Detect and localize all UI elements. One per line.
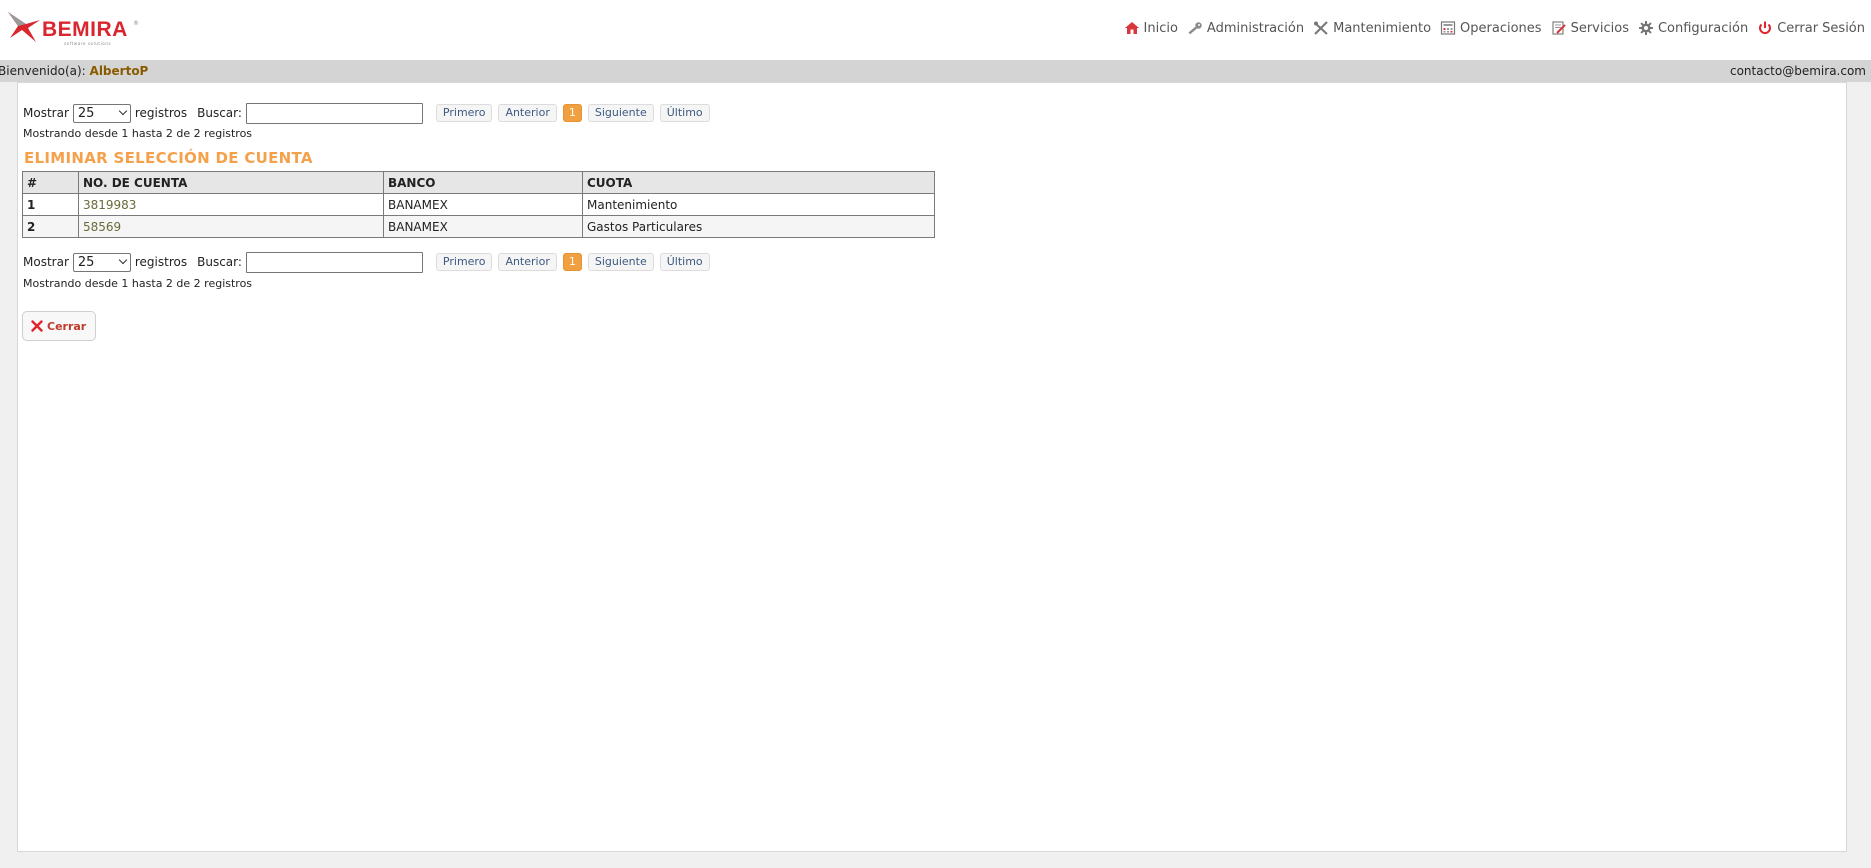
home-icon	[1124, 22, 1139, 34]
brand-logo[interactable]: BEMIRA ® software solutions	[6, 10, 139, 46]
brand-name: BEMIRA	[42, 18, 128, 41]
pagination: Primero Anterior 1 Siguiente Último	[435, 253, 716, 271]
search-label: Buscar:	[197, 255, 242, 269]
show-label: Mostrar	[23, 255, 69, 269]
pager-next-button[interactable]: Siguiente	[587, 104, 654, 122]
column-header-account[interactable]: NO. DE CUENTA	[78, 171, 384, 194]
chevron-down-icon	[118, 255, 128, 264]
page-size-value: 25	[77, 105, 95, 121]
pager-prev-button[interactable]: Anterior	[498, 253, 557, 271]
pagination: Primero Anterior 1 Siguiente Último	[435, 104, 716, 122]
page-size-select[interactable]: 25	[72, 103, 131, 123]
pager-page-button[interactable]: 1	[562, 253, 582, 271]
nav-label: Operaciones	[1460, 20, 1542, 36]
account-link[interactable]: 58569	[83, 220, 121, 234]
account-link[interactable]: 3819983	[83, 198, 136, 212]
table-header-row: # NO. DE CUENTA BANCO CUOTA	[22, 171, 935, 194]
tools-icon	[1314, 21, 1328, 35]
welcome-username: AlbertoP	[89, 64, 149, 78]
row-fee: Gastos Particulares	[582, 215, 935, 238]
table-row[interactable]: 1 3819983 BANAMEX Mantenimiento	[22, 193, 935, 216]
page-size-select[interactable]: 25	[72, 252, 131, 272]
records-info-bottom: Mostrando desde 1 hasta 2 de 2 registros	[23, 277, 253, 290]
pager-first-button[interactable]: Primero	[435, 104, 493, 122]
gear-icon	[1638, 21, 1653, 35]
search-input[interactable]	[245, 251, 423, 273]
row-bank: BANAMEX	[383, 215, 583, 238]
records-label: registros	[134, 255, 188, 269]
brand-registered: ®	[133, 20, 139, 27]
nav-label: Configuración	[1657, 20, 1749, 36]
calculator-icon	[1440, 21, 1456, 35]
column-header-fee[interactable]: CUOTA	[582, 171, 935, 194]
services-icon	[1552, 21, 1566, 35]
nav-item-operaciones[interactable]: Operaciones	[1440, 21, 1542, 36]
welcome-message: Bienvenido(a): AlbertoP	[0, 64, 148, 78]
row-account: 58569	[78, 215, 384, 238]
row-fee: Mantenimiento	[582, 193, 935, 216]
pager-last-button[interactable]: Último	[659, 104, 710, 122]
list-controls-bottom: Mostrar 25 registros Buscar: Primero Ant…	[23, 251, 716, 273]
accounts-table: # NO. DE CUENTA BANCO CUOTA 1 3819983 BA…	[22, 171, 935, 238]
power-icon	[1759, 21, 1772, 34]
row-account: 3819983	[78, 193, 384, 216]
nav-item-servicios[interactable]: Servicios	[1551, 21, 1629, 36]
row-number: 1	[22, 193, 79, 216]
welcome-prefix: Bienvenido(a):	[0, 64, 86, 78]
show-label: Mostrar	[23, 106, 69, 120]
pager-last-button[interactable]: Último	[659, 253, 710, 271]
key-icon	[1188, 22, 1202, 35]
logo-mark-icon	[8, 12, 40, 42]
nav-item-mantenimiento[interactable]: Mantenimiento	[1313, 21, 1431, 36]
pager-page-button[interactable]: 1	[562, 104, 582, 122]
page-size-value: 25	[77, 254, 95, 270]
nav-label: Servicios	[1570, 20, 1629, 36]
nav-item-inicio[interactable]: Inicio	[1124, 21, 1178, 36]
records-info-top: Mostrando desde 1 hasta 2 de 2 registros	[23, 127, 253, 140]
close-button[interactable]: Cerrar	[22, 311, 96, 341]
search-label: Buscar:	[197, 106, 242, 120]
column-header-bank[interactable]: BANCO	[383, 171, 583, 194]
nav-item-cerrar-sesion[interactable]: Cerrar Sesión	[1757, 21, 1865, 36]
welcome-bar: Bienvenido(a): AlbertoP contacto@bemira.…	[0, 60, 1871, 82]
pager-prev-button[interactable]: Anterior	[498, 104, 557, 122]
nav-item-configuracion[interactable]: Configuración	[1638, 21, 1748, 36]
row-bank: BANAMEX	[383, 193, 583, 216]
content-panel: Mostrar 25 registros Buscar: Primero Ant…	[17, 82, 1847, 852]
page-title: ELIMINAR SELECCIÓN DE CUENTA	[24, 149, 313, 167]
nav-item-administracion[interactable]: Administración	[1187, 21, 1304, 36]
nav-label: Cerrar Sesión	[1777, 20, 1865, 36]
table-row[interactable]: 2 58569 BANAMEX Gastos Particulares	[22, 215, 935, 238]
nav-label: Administración	[1206, 20, 1305, 36]
column-header-number[interactable]: #	[22, 171, 79, 194]
brand-tagline: software solutions	[64, 41, 112, 46]
search-input[interactable]	[245, 102, 423, 124]
top-header: BEMIRA ® software solutions Inicio Admin…	[0, 0, 1871, 60]
close-label: Cerrar	[47, 319, 87, 333]
close-icon	[31, 320, 43, 332]
nav-label: Mantenimiento	[1333, 20, 1432, 36]
row-number: 2	[22, 215, 79, 238]
pager-first-button[interactable]: Primero	[435, 253, 493, 271]
contact-email: contacto@bemira.com	[1729, 64, 1866, 78]
chevron-down-icon	[118, 106, 128, 115]
records-label: registros	[134, 106, 188, 120]
nav-label: Inicio	[1143, 20, 1178, 36]
list-controls-top: Mostrar 25 registros Buscar: Primero Ant…	[23, 102, 716, 124]
main-nav: Inicio Administración Mantenimiento Oper…	[1115, 18, 1865, 38]
pager-next-button[interactable]: Siguiente	[587, 253, 654, 271]
